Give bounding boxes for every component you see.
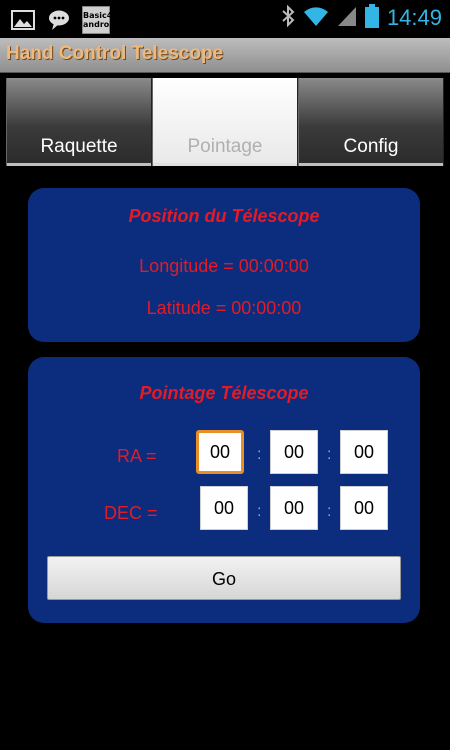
- dec-degrees-input[interactable]: 00: [200, 486, 248, 530]
- ra-separator: :: [327, 446, 332, 463]
- bluetooth-icon: [281, 4, 295, 31]
- ra-label: RA =: [117, 446, 157, 466]
- status-bar: Basic4 android 14:49: [0, 0, 450, 38]
- position-title: Position du Télescope: [128, 206, 320, 226]
- basic-icon-line1: Basic4: [83, 11, 113, 20]
- tab-label: Raquette: [40, 136, 118, 157]
- basic-icon-line2: android: [83, 20, 118, 29]
- app-title: Hand Control Telescope: [6, 43, 224, 64]
- latitude-readout: Latitude = 00:00:00: [146, 298, 302, 318]
- ra-seconds-input[interactable]: 00: [340, 430, 388, 474]
- tab-config[interactable]: Config: [298, 78, 444, 166]
- dec-minutes-input[interactable]: 00: [270, 486, 318, 530]
- app-title-bar: Hand Control Telescope: [0, 38, 450, 73]
- chat-bubble-icon: [46, 8, 72, 32]
- ra-minutes-input[interactable]: 00: [270, 430, 318, 474]
- dec-separator: :: [327, 503, 332, 520]
- pointing-panel: Pointage Télescope RA = 00 : 00 : 00 DEC…: [28, 357, 420, 623]
- dec-seconds-input[interactable]: 00: [340, 486, 388, 530]
- go-button[interactable]: Go: [47, 556, 401, 600]
- tab-label: Config: [343, 136, 399, 157]
- clock: 14:49: [386, 5, 442, 30]
- tab-label: Pointage: [187, 136, 263, 157]
- tab-pointage[interactable]: Pointage: [152, 78, 298, 166]
- image-icon: [10, 8, 36, 32]
- tab-raquette[interactable]: Raquette: [6, 78, 152, 166]
- signal-icon: [337, 5, 357, 31]
- dec-label: DEC =: [104, 503, 158, 523]
- position-panel: Position du Télescope Longitude = 00:00:…: [28, 188, 420, 342]
- wifi-icon: [303, 5, 329, 31]
- battery-icon: [364, 4, 379, 32]
- basic-android-app-icon: Basic4 android: [82, 6, 118, 34]
- tab-bar: Raquette Pointage Config: [6, 78, 444, 166]
- longitude-readout: Longitude = 00:00:00: [139, 256, 309, 276]
- dec-separator: :: [257, 503, 262, 520]
- pointing-title: Pointage Télescope: [139, 383, 309, 403]
- ra-separator: :: [257, 446, 262, 463]
- ra-hours-input[interactable]: 00: [196, 430, 244, 474]
